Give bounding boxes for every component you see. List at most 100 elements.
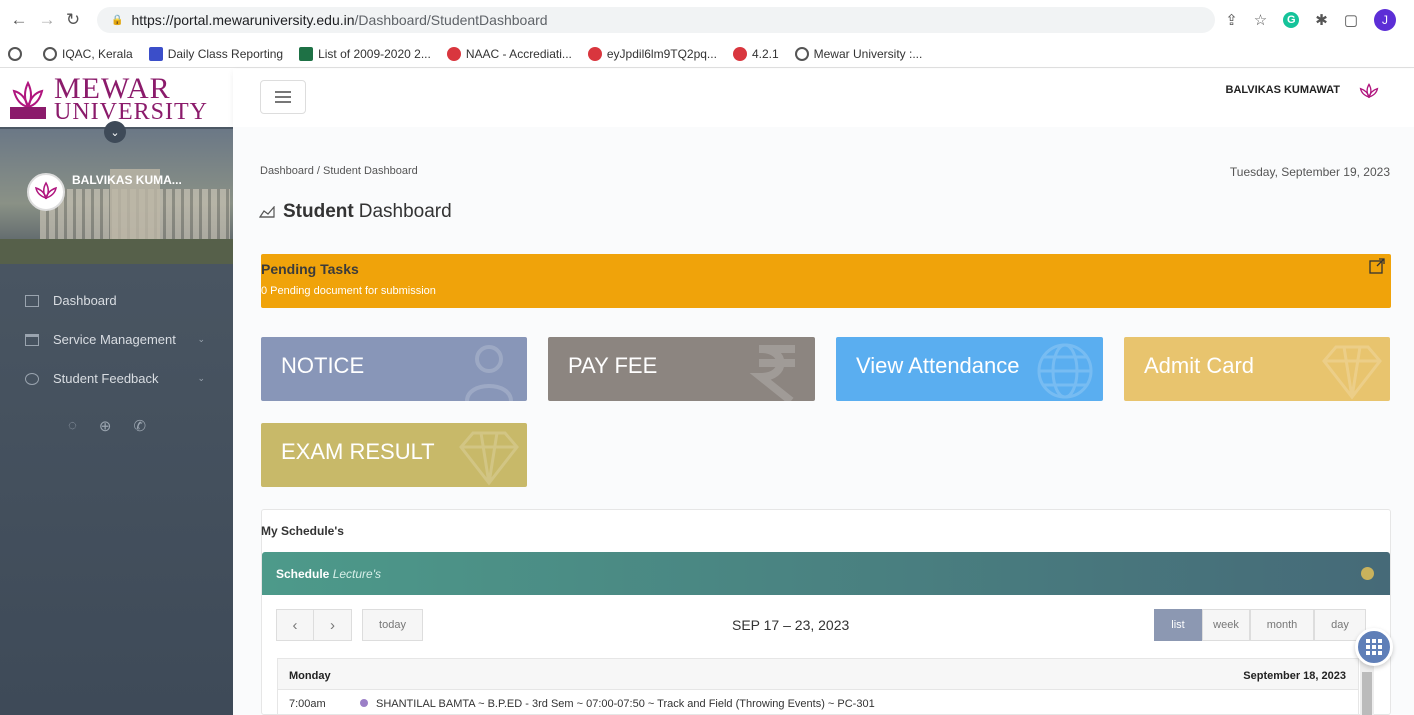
sidebar-item-service-management[interactable]: Service Management ⌄ (0, 320, 233, 359)
bookmarks-bar: IQAC, Kerala Daily Class Reporting List … (0, 40, 1414, 68)
admit-card-label: Admit Card (1144, 353, 1255, 378)
star-icon[interactable]: ☆ (1254, 11, 1267, 29)
lock-icon: 🔒 (111, 14, 124, 26)
chevron-down-icon: ⌄ (197, 373, 205, 383)
list-item[interactable]: 7:00am SHANTILAL BAMTA ~ B.P.ED - 3rd Se… (277, 690, 1359, 715)
view-month-button[interactable]: month (1250, 609, 1314, 641)
next-week-button[interactable]: › (314, 609, 352, 641)
sidebar-footer-icons: ◌ ⊕ ✆ (68, 417, 146, 435)
sidebar-item-label: Service Management (53, 332, 176, 347)
grammarly-icon[interactable]: G (1283, 12, 1300, 28)
share-icon[interactable]: ⇪ (1225, 11, 1238, 29)
university-logo[interactable]: MEWAR UNIVERSITY (4, 71, 209, 127)
red-logo-icon (446, 46, 461, 61)
area-chart-icon (259, 206, 275, 218)
sidebar-user-name: BALVIKAS KUMA... (72, 173, 182, 187)
globe-icon (1037, 343, 1093, 399)
list-icon (148, 46, 163, 61)
external-link-icon[interactable] (1369, 258, 1385, 274)
back-icon[interactable]: ← (8, 10, 30, 30)
sidepanel-icon[interactable]: ▢ (1344, 11, 1358, 29)
chevron-down-icon: ⌄ (197, 334, 205, 344)
top-navbar: BALVIKAS KUMAWAT (233, 69, 1414, 127)
phone-icon[interactable]: ✆ (134, 417, 147, 435)
bookmark-item[interactable]: 4.2.1 (732, 46, 779, 61)
event-dot-icon (360, 699, 368, 707)
diamond-icon (459, 431, 519, 486)
page-title-rest: Dashboard (358, 201, 452, 222)
current-date: Tuesday, September 19, 2023 (1229, 165, 1390, 179)
sidebar-item-label: Student Feedback (53, 371, 159, 386)
bookmark-item[interactable]: NAAC - Accrediati... (446, 46, 572, 61)
breadcrumb[interactable]: Dashboard / Student Dashboard (260, 165, 418, 177)
event-title: SHANTILAL BAMTA ~ B.P.ED - 3rd Sem ~ 07:… (376, 698, 875, 710)
prev-week-button[interactable]: ‹ (276, 609, 314, 641)
logo-text-mewar: MEWAR (54, 71, 171, 105)
lotus-logo-icon (35, 181, 57, 200)
day-name: Monday (289, 670, 331, 682)
schedule-card-title: My Schedule's (261, 524, 344, 538)
calendar-range-title: SEP 17 – 23, 2023 (732, 617, 850, 633)
sidebar-item-student-feedback[interactable]: Student Feedback ⌄ (0, 359, 233, 398)
day-date: September 18, 2023 (1243, 670, 1346, 682)
chevron-down-icon[interactable]: ⌄ (104, 121, 126, 143)
list-day-header: Monday September 18, 2023 (277, 658, 1359, 690)
logo-text-university: UNIVERSITY (54, 98, 208, 125)
exam-result-label: EXAM RESULT (281, 439, 435, 464)
bookmark-item[interactable]: IQAC, Kerala (43, 46, 133, 61)
address-bar[interactable]: 🔒 https://portal.mewaruniversity.edu.in /… (97, 7, 1215, 33)
apps-grid-button[interactable] (1355, 628, 1393, 666)
page-title: Student Dashboard (259, 201, 452, 223)
feedback-icon (25, 372, 39, 385)
schedule-head-title: Schedule (276, 567, 330, 581)
notice-tile[interactable]: NOTICE (261, 337, 527, 401)
sidebar-menu: Dashboard Service Management ⌄ Student F… (0, 281, 233, 398)
globe-icon (794, 46, 809, 61)
url-path: /Dashboard/StudentDashboard (354, 12, 548, 28)
url-host: https://portal.mewaruniversity.edu.in (131, 12, 355, 28)
avatar (27, 173, 65, 211)
excel-icon (299, 46, 314, 61)
red-logo-icon (587, 46, 602, 61)
notice-label: NOTICE (281, 353, 365, 378)
dashboard-icon (25, 294, 39, 307)
header-user-name[interactable]: BALVIKAS KUMAWAT (1226, 84, 1340, 96)
pending-tasks-subtitle: 0 Pending document for submission (261, 285, 436, 297)
lotus-logo-icon (10, 80, 46, 119)
reload-icon[interactable]: ↻ (62, 10, 84, 30)
view-attendance-label: View Attendance (856, 353, 1020, 378)
page-title-bold: Student (283, 201, 354, 222)
pending-tasks-banner[interactable]: Pending Tasks 0 Pending document for sub… (261, 254, 1391, 308)
chat-icon[interactable]: ◌ (68, 417, 77, 435)
scrollbar[interactable] (1360, 658, 1374, 715)
lotus-logo-icon[interactable] (1358, 81, 1380, 103)
globe-icon[interactable]: ⊕ (99, 417, 112, 435)
rupee-icon (749, 345, 795, 401)
status-dot-icon[interactable] (1361, 567, 1374, 580)
browser-toolbar: ← → ↻ 🔒 https://portal.mewaruniversity.e… (0, 0, 1414, 40)
admit-card-tile[interactable]: Admit Card (1124, 337, 1390, 401)
pay-fee-label: PAY FEE (568, 353, 658, 378)
forward-icon[interactable]: → (36, 10, 58, 30)
sidebar-item-dashboard[interactable]: Dashboard (0, 281, 233, 320)
view-week-button[interactable]: week (1202, 609, 1250, 641)
user-icon (465, 345, 513, 401)
logo-area: MEWAR UNIVERSITY (0, 69, 233, 127)
globe-icon[interactable] (8, 46, 27, 61)
red-logo-icon (732, 46, 747, 61)
profile-avatar[interactable]: J (1374, 9, 1396, 31)
sidebar: MEWAR UNIVERSITY ⌄ BALVIKAS KUMA... Dash… (0, 69, 233, 715)
schedule-header: Schedule Lecture's (262, 552, 1390, 595)
bookmark-item[interactable]: eyJpdil6lm9TQ2pq... (587, 46, 717, 61)
exam-result-tile[interactable]: EXAM RESULT (261, 423, 527, 487)
globe-icon (43, 46, 57, 61)
bookmark-item[interactable]: List of 2009-2020 2... (299, 46, 431, 61)
extensions-icon[interactable]: ✱ (1315, 11, 1328, 29)
bookmark-item[interactable]: Daily Class Reporting (148, 46, 283, 61)
menu-toggle-button[interactable] (260, 80, 306, 114)
pay-fee-tile[interactable]: PAY FEE (548, 337, 815, 401)
today-button[interactable]: today (362, 609, 423, 641)
bookmark-item[interactable]: Mewar University :... (794, 46, 922, 61)
view-list-button[interactable]: list (1154, 609, 1202, 641)
view-attendance-tile[interactable]: View Attendance (836, 337, 1103, 401)
